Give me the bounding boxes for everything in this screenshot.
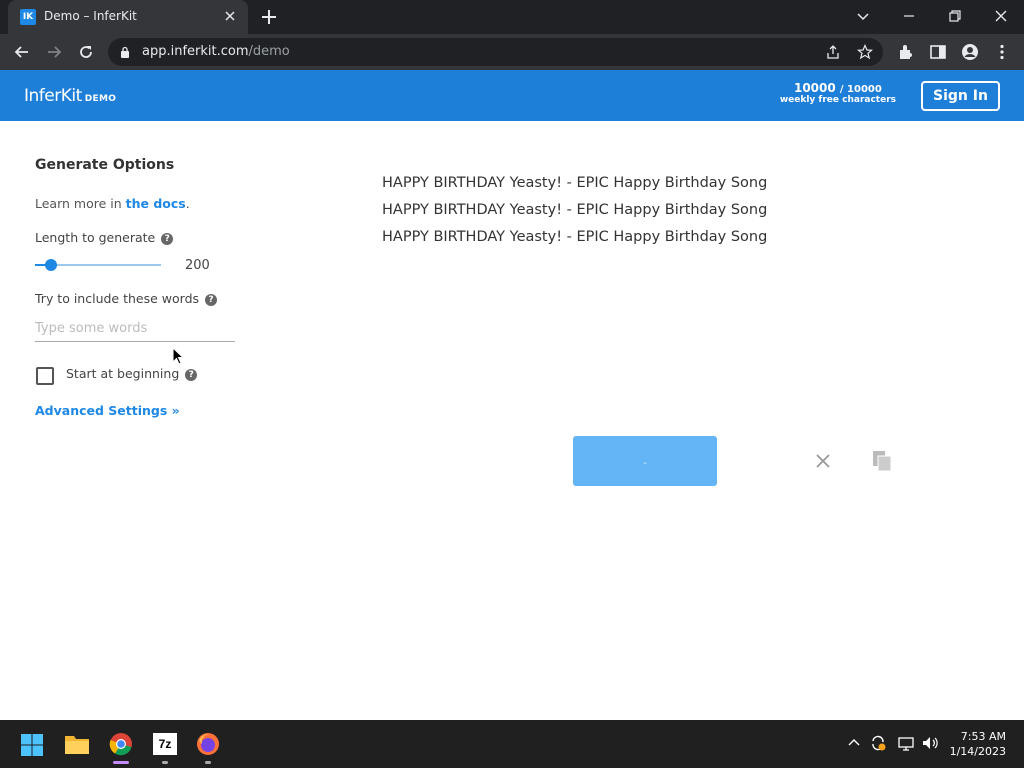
output-line: HAPPY BIRTHDAY Yeasty! - EPIC Happy Birt… <box>382 202 768 218</box>
length-help-icon[interactable]: ? <box>161 232 174 245</box>
include-words-label: Try to include these words? <box>35 291 218 306</box>
generated-output: HAPPY BIRTHDAY Yeasty! - EPIC Happy Birt… <box>382 170 767 251</box>
inferkit-favicon-icon: IK <box>20 9 36 25</box>
share-icon[interactable] <box>825 44 841 60</box>
folder-icon <box>65 736 89 754</box>
taskbar-firefox[interactable] <box>188 720 228 768</box>
output-line: HAPPY BIRTHDAY Yeasty! - EPIC Happy Birt… <box>382 175 768 191</box>
words-help-icon[interactable]: ? <box>205 293 218 306</box>
menu-kebab-icon[interactable] <box>993 43 1011 61</box>
url-text: app.inferkit.com/demo <box>142 44 290 59</box>
running-app-indicator <box>205 761 211 764</box>
advanced-settings-link[interactable]: Advanced Settings » <box>35 403 180 418</box>
length-label: Length to generate? <box>35 230 174 245</box>
browser-tab-bar: IK Demo – InferKit <box>0 0 1024 34</box>
tab-close-icon[interactable] <box>222 8 238 24</box>
network-icon[interactable] <box>897 734 915 752</box>
lock-icon[interactable] <box>120 46 130 58</box>
inferkit-logo[interactable]: InferKit DEMO <box>24 86 116 106</box>
start-at-beginning-checkbox[interactable] <box>36 367 54 385</box>
chrome-icon <box>109 733 132 756</box>
reload-icon[interactable] <box>77 43 95 61</box>
start-at-beginning-label[interactable]: Start at beginning? <box>66 366 198 381</box>
docs-link[interactable]: the docs <box>126 196 186 211</box>
restore-icon[interactable] <box>945 6 965 26</box>
taskbar-7zip[interactable]: 7z <box>145 720 185 768</box>
copy-icon[interactable] <box>872 450 892 472</box>
7zip-icon: 7z <box>153 733 177 755</box>
bookmark-star-icon[interactable] <box>857 44 873 60</box>
taskbar-chrome[interactable] <box>101 720 141 768</box>
taskbar-file-explorer[interactable] <box>57 720 97 768</box>
browser-toolbar: app.inferkit.com/demo <box>0 34 1024 70</box>
extensions-icon[interactable] <box>897 43 915 61</box>
length-value: 200 <box>185 258 210 273</box>
clear-icon[interactable] <box>815 453 831 469</box>
browser-tab[interactable]: IK Demo – InferKit <box>8 0 248 34</box>
tray-chevron-up-icon[interactable] <box>845 734 863 752</box>
windows-logo-icon <box>21 734 43 756</box>
sign-in-button[interactable]: Sign In <box>921 81 1000 111</box>
app-header: InferKit DEMO 10000 / 10000 weekly free c… <box>0 70 1024 121</box>
address-bar[interactable]: app.inferkit.com/demo <box>108 38 883 66</box>
length-slider-thumb[interactable] <box>45 259 57 271</box>
generate-button[interactable]: - <box>573 436 717 486</box>
generate-options-title: Generate Options <box>35 157 175 173</box>
output-line: HAPPY BIRTHDAY Yeasty! - EPIC Happy Birt… <box>382 229 768 245</box>
back-icon[interactable] <box>13 43 31 61</box>
active-app-indicator <box>113 761 129 764</box>
system-clock[interactable]: 7:53 AM 1/14/2023 <box>950 729 1006 759</box>
profile-icon[interactable] <box>961 43 979 61</box>
start-help-icon[interactable]: ? <box>185 368 198 381</box>
mouse-cursor-icon <box>172 347 184 365</box>
new-tab-icon[interactable] <box>260 8 278 26</box>
sync-icon[interactable] <box>869 734 887 752</box>
forward-icon[interactable] <box>45 43 63 61</box>
side-panel-icon[interactable] <box>929 43 947 61</box>
running-app-indicator <box>162 761 168 764</box>
character-quota: 10000 / 10000 weekly free characters <box>779 81 896 105</box>
start-button[interactable] <box>12 720 52 768</box>
windows-taskbar: 7z 7:53 AM 1/14/2023 <box>0 720 1024 768</box>
learn-more-text: Learn more in the docs. <box>35 196 190 211</box>
minimize-icon[interactable] <box>899 6 919 26</box>
length-slider[interactable] <box>35 259 161 271</box>
volume-icon[interactable] <box>921 734 939 752</box>
include-words-input[interactable] <box>35 316 235 342</box>
window-close-icon[interactable] <box>991 6 1011 26</box>
firefox-icon <box>197 733 219 755</box>
tab-search-icon[interactable] <box>853 6 873 26</box>
tab-title: Demo – InferKit <box>44 9 137 23</box>
